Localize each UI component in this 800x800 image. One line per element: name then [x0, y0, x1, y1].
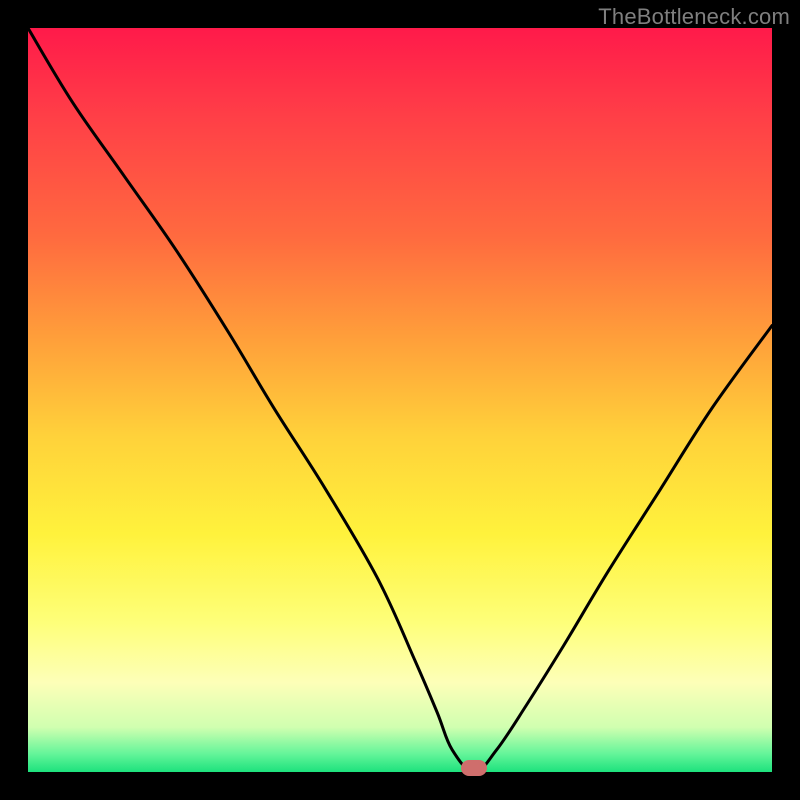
watermark-text: TheBottleneck.com: [598, 4, 790, 30]
chart-frame: TheBottleneck.com: [0, 0, 800, 800]
chart-svg: [28, 28, 772, 772]
gradient-background: [28, 28, 772, 772]
optimal-point-marker: [461, 760, 487, 776]
plot-area: [28, 28, 772, 772]
